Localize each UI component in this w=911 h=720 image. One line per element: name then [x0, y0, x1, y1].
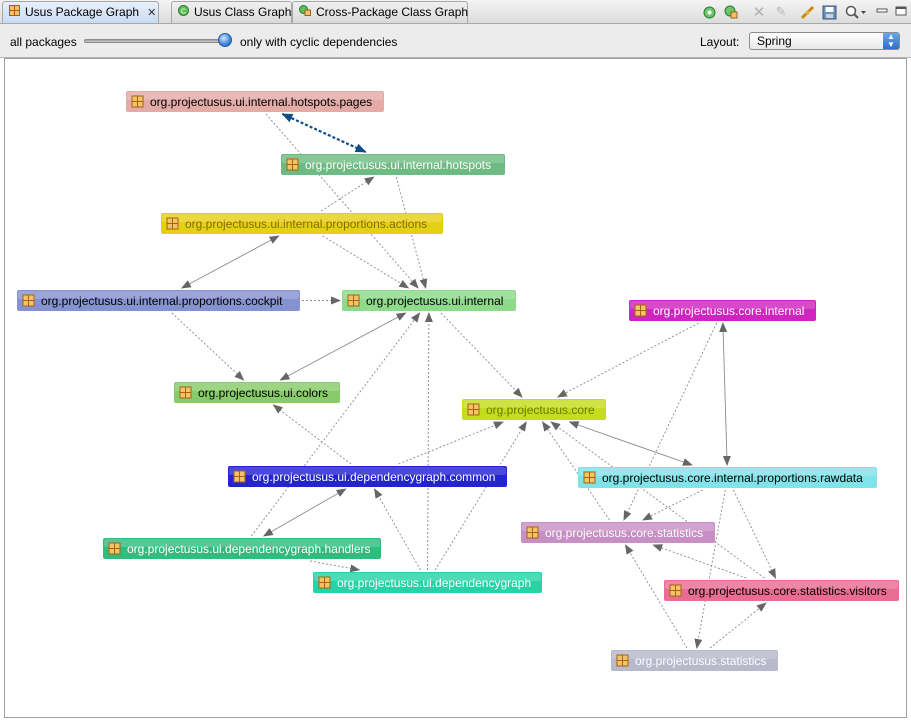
dependency-edge-dg-dg_common	[374, 488, 421, 571]
package-node-label: org.projectusus.ui.internal	[366, 294, 503, 308]
dependency-edge-dg_handlers-ui_internal	[251, 312, 421, 537]
package-node-core_internal[interactable]: org.projectusus.core.internal	[629, 300, 816, 321]
dependency-edge-cockpit-prop_actions	[180, 235, 280, 289]
package-node-colors[interactable]: org.projectusus.ui.colors	[174, 382, 340, 403]
package-node-label: org.projectusus.statistics	[635, 654, 766, 668]
dependency-edge-dg_common-dg_handlers	[262, 488, 347, 537]
dependency-edge-dg-core	[434, 421, 527, 571]
package-node-label: org.projectusus.ui.internal.proportions.…	[185, 217, 427, 231]
package-node-label: org.projectusus.ui.internal.proportions.…	[41, 294, 283, 308]
package-icon	[634, 304, 647, 317]
dependency-edge-prop_actions-hotspots	[321, 176, 375, 212]
dependency-edge-rawdata-visitors	[733, 489, 776, 579]
package-icon	[22, 294, 35, 307]
dependency-edge-dg_handlers-dg	[310, 560, 361, 573]
package-node-hotspots[interactable]: org.projectusus.ui.internal.hotspots	[281, 154, 505, 175]
package-node-dg_common[interactable]: org.projectusus.ui.dependencygraph.commo…	[228, 466, 507, 487]
package-icon	[526, 526, 539, 539]
package-node-label: org.projectusus.core.internal	[653, 304, 804, 318]
package-icon	[467, 403, 480, 416]
dependency-edge-hotspots_pages-hotspots	[281, 112, 367, 154]
package-node-prop_actions[interactable]: org.projectusus.ui.internal.proportions.…	[161, 213, 443, 234]
package-icon	[669, 584, 682, 597]
dependency-edge-dg_common-core	[398, 421, 504, 465]
package-node-dg[interactable]: org.projectusus.ui.dependencygraph	[313, 572, 542, 593]
package-node-label: org.projectusus.ui.internal.hotspots	[305, 158, 491, 172]
package-node-label: org.projectusus.core.statistics.visitors	[688, 584, 887, 598]
package-icon	[616, 654, 629, 667]
package-icon	[318, 576, 331, 589]
dependency-edge-statistics-visitors	[709, 602, 767, 649]
dependency-edge-ui_internal-colors	[279, 312, 407, 381]
package-node-core[interactable]: org.projectusus.core	[462, 399, 606, 420]
package-node-dg_handlers[interactable]: org.projectusus.ui.dependencygraph.handl…	[103, 538, 381, 559]
dependency-edge-core_internal-rawdata	[719, 322, 731, 466]
package-icon	[131, 95, 144, 108]
package-node-label: org.projectusus.core	[486, 403, 595, 417]
package-node-label: org.projectusus.ui.dependencygraph	[337, 576, 531, 590]
package-icon	[108, 542, 121, 555]
package-dependency-graph: org.projectusus.ui.internal.hotspots.pag…	[17, 91, 899, 671]
package-icon	[166, 217, 179, 230]
package-node-ui_internal[interactable]: org.projectusus.ui.internal	[342, 290, 516, 311]
package-icon	[347, 294, 360, 307]
package-node-label: org.projectusus.ui.colors	[198, 386, 328, 400]
package-node-statistics_core[interactable]: org.projectusus.core.statistics	[521, 522, 715, 543]
package-icon	[233, 470, 246, 483]
package-node-rawdata[interactable]: org.projectusus.core.internal.proportion…	[578, 467, 877, 488]
dependency-edge-core_internal-core	[556, 322, 699, 398]
package-node-label: org.projectusus.ui.internal.hotspots.pag…	[150, 95, 372, 109]
package-icon	[583, 471, 596, 484]
package-node-label: org.projectusus.ui.dependencygraph.commo…	[252, 470, 495, 484]
package-node-label: org.projectusus.core.internal.proportion…	[602, 471, 863, 485]
dependency-edge-cockpit-colors	[171, 312, 245, 381]
package-icon	[179, 386, 192, 399]
dependency-edge-ui_internal-core	[440, 312, 523, 398]
package-node-statistics[interactable]: org.projectusus.statistics	[611, 650, 778, 671]
dependency-edge-visitors-statistics_core	[652, 544, 747, 579]
dependency-edge-rawdata-statistics_core	[641, 489, 703, 521]
package-node-label: org.projectusus.core.statistics	[545, 526, 703, 540]
package-node-cockpit[interactable]: org.projectusus.ui.internal.proportions.…	[17, 290, 300, 311]
package-node-label: org.projectusus.ui.dependencygraph.handl…	[127, 542, 371, 556]
dependency-edge-rawdata-statistics	[694, 489, 726, 649]
dependency-edge-dg-ui_internal	[424, 312, 433, 571]
dependency-edge-visitors-core	[550, 421, 765, 579]
package-icon	[286, 158, 299, 171]
package-node-visitors[interactable]: org.projectusus.core.statistics.visitors	[664, 580, 899, 601]
package-node-hotspots_pages[interactable]: org.projectusus.ui.internal.hotspots.pag…	[126, 91, 384, 112]
dependency-edge-rawdata-core	[568, 421, 693, 466]
